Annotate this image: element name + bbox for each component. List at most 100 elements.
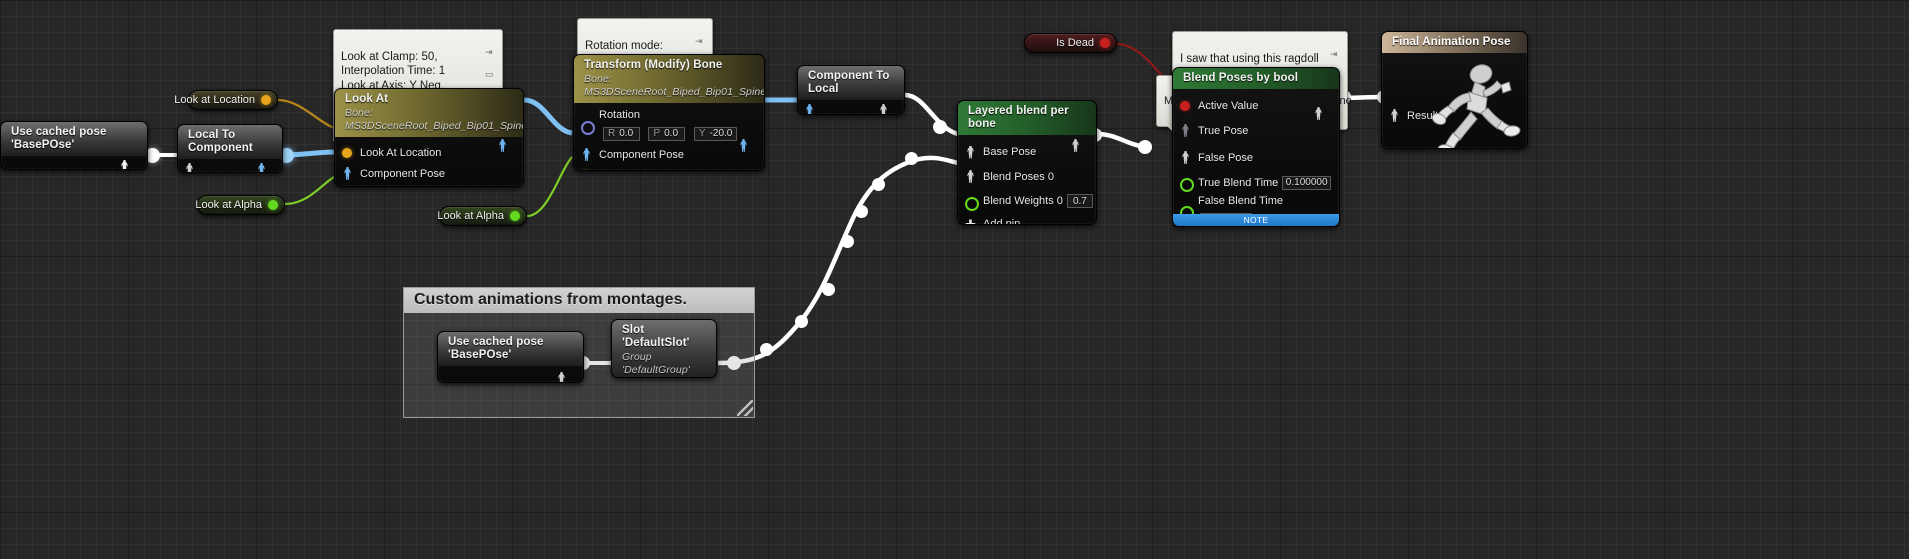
variable-is-dead[interactable]: Is Dead (1024, 33, 1117, 53)
pose-output-pin[interactable] (119, 160, 130, 169)
node-body: Result (1382, 53, 1527, 148)
node-look-at[interactable]: Look At Bone: MS3DSceneRoot_Biped_Bip01_… (334, 88, 524, 187)
note-label: NOTE (1243, 215, 1269, 225)
blend-weights-0-field[interactable]: 0.7 (1066, 194, 1093, 208)
add-pin-label: Add pin (983, 218, 1021, 225)
pin-icon[interactable]: ⇥ (485, 47, 498, 56)
wire-bead (905, 152, 918, 165)
node-local-to-component[interactable]: Local To Component (177, 124, 283, 173)
pin-label: Blend Poses 0 (983, 170, 1054, 183)
wire-bead (1138, 140, 1152, 154)
pin-row-true-pose[interactable]: True Pose (1173, 117, 1339, 144)
node-body: Rotation R 0.0 P 0.0 Y -20.0 Component Pose… (574, 103, 764, 171)
node-component-to-local[interactable]: Component To Local (797, 65, 905, 115)
node-title: Slot 'DefaultSlot' (622, 324, 690, 349)
node-title: Blend Poses by bool (1183, 72, 1299, 84)
node-title: Final Animation Pose (1392, 36, 1511, 48)
wire-bead (760, 343, 773, 356)
pin-row-alpha[interactable]: Alpha (335, 184, 523, 186)
pin-label: False Blend Time (1198, 195, 1283, 207)
pin-row-blend-weights-0[interactable]: Blend Weights 0 0.7 (958, 189, 1096, 213)
rotation-fields[interactable]: R 0.0 P 0.0 Y -20.0 (599, 123, 738, 141)
node-transform-modify-bone[interactable]: Transform (Modify) Bone Bone: MS3DSceneR… (573, 54, 765, 171)
true-blend-time-field[interactable]: 0.100000 (1282, 175, 1331, 190)
node-body (438, 366, 583, 382)
animation-blueprint-graph[interactable]: Look at Clamp: 50, Interpolation Time: 1… (0, 0, 1909, 559)
look-at-location-pin[interactable] (342, 146, 353, 159)
variable-output-pin[interactable] (510, 211, 520, 221)
pose-output-pin[interactable] (878, 104, 889, 114)
pin-row-component-pose[interactable]: Component Pose (574, 144, 764, 165)
pose-input-pin[interactable] (804, 104, 815, 114)
active-value-pin[interactable] (1180, 99, 1191, 112)
rotation-pin[interactable] (581, 119, 595, 135)
pose-output-pin[interactable] (738, 139, 749, 152)
variable-look-at-alpha-1[interactable]: Look at Alpha (195, 195, 285, 215)
variable-look-at-alpha-2[interactable]: Look at Alpha (437, 206, 527, 226)
rotation-roll-field[interactable]: R 0.0 (603, 126, 640, 141)
variable-output-pin[interactable] (261, 95, 271, 105)
rotation-roll-value: 0.0 (619, 128, 634, 139)
pin-row-look-at-location[interactable]: Look At Location (335, 142, 523, 163)
variable-output-pin[interactable] (1100, 38, 1110, 48)
comment-resize-grip[interactable] (737, 400, 753, 416)
node-header: Look At Bone: MS3DSceneRoot_Biped_Bip01_… (335, 89, 523, 137)
pin-row-rotation[interactable]: Rotation R 0.0 P 0.0 Y -20.0 (574, 108, 764, 144)
wire-bead (872, 178, 885, 191)
pose-output-pin[interactable] (497, 139, 508, 152)
node-title: Local To Component (188, 129, 253, 154)
node-body (178, 159, 282, 172)
node-title: Layered blend per bone (968, 105, 1069, 130)
node-use-cached-pose-base[interactable]: Use cached pose 'BasePOse' (0, 121, 148, 170)
pin-label: Look At Location (360, 146, 442, 159)
component-pose-pin[interactable] (581, 148, 592, 161)
resize-icon[interactable]: ▭ (485, 70, 498, 79)
node-header: Transform (Modify) Bone Bone: MS3DSceneR… (574, 55, 764, 103)
pin-row-component-pose[interactable]: Component Pose (335, 163, 523, 184)
pin-label: Active Value (1198, 99, 1259, 112)
pin-row-false-pose[interactable]: False Pose (1173, 144, 1339, 171)
result-pin[interactable] (1389, 109, 1400, 122)
pin-icon[interactable]: ⇥ (695, 36, 708, 45)
true-pose-pin[interactable] (1180, 124, 1191, 137)
comment-title[interactable]: Custom animations from montages. (404, 288, 754, 313)
pin-icon[interactable]: ⇥ (1330, 49, 1343, 58)
node-body: Active Value True Pose False Pose True B… (1173, 89, 1339, 226)
node-subtitle: Bone: MS3DSceneRoot_Biped_Bip01_Spine (584, 73, 765, 98)
node-layered-blend-per-bone[interactable]: Layered blend per bone Base Pose Blend P… (957, 100, 1097, 225)
rotation-pitch-field[interactable]: P 0.0 (648, 126, 686, 141)
pin-row-true-blend-time[interactable]: True Blend Time 0.100000 (1173, 171, 1339, 194)
rotation-yaw-field[interactable]: Y -20.0 (693, 126, 738, 141)
pose-output-pin[interactable] (1313, 107, 1324, 120)
blend-weights-0-pin[interactable] (965, 195, 979, 211)
pin-label: True Pose (1198, 124, 1249, 137)
node-header: Component To Local (798, 66, 904, 100)
pose-output-pin[interactable] (256, 163, 267, 172)
true-blend-time-pin[interactable] (1180, 176, 1194, 192)
pose-input-pin[interactable] (184, 163, 195, 172)
node-blend-poses-by-bool[interactable]: Blend Poses by bool Active Value True Po… (1172, 67, 1340, 227)
wire-bead (822, 283, 835, 296)
pose-output-pin[interactable] (1070, 139, 1081, 152)
pin-row-alpha[interactable]: Alpha (574, 165, 764, 171)
node-header: Use cached pose 'BasePOse' (438, 332, 583, 366)
node-final-animation-pose[interactable]: Final Animation Pose Result (1381, 31, 1528, 149)
pin-label: Alpha (599, 170, 627, 171)
node-title: Look At (345, 93, 389, 105)
add-pin-button[interactable]: ✚ Add pin (958, 213, 1096, 225)
node-body: Look At Location Component Pose Alpha (335, 137, 523, 186)
component-pose-pin[interactable] (342, 167, 353, 180)
alpha-pin[interactable] (581, 169, 592, 170)
false-pose-pin[interactable] (1180, 151, 1191, 164)
base-pose-pin[interactable] (965, 146, 976, 159)
variable-output-pin[interactable] (268, 200, 278, 210)
bubble-icons[interactable]: ⇥ ▭ (485, 33, 498, 93)
pose-output-pin[interactable] (556, 372, 567, 382)
node-title: Use cached pose 'BasePOse' (11, 126, 107, 151)
node-header: Local To Component (178, 125, 282, 159)
variable-look-at-location[interactable]: Look at Location (174, 90, 278, 110)
node-use-cached-pose-base-2[interactable]: Use cached pose 'BasePOse' (437, 331, 584, 383)
node-slot-default-slot[interactable]: Slot 'DefaultSlot' Group 'DefaultGroup' … (611, 319, 717, 378)
pin-row-blend-poses-0[interactable]: Blend Poses 0 (958, 164, 1096, 189)
blend-poses-0-pin[interactable] (965, 170, 976, 183)
